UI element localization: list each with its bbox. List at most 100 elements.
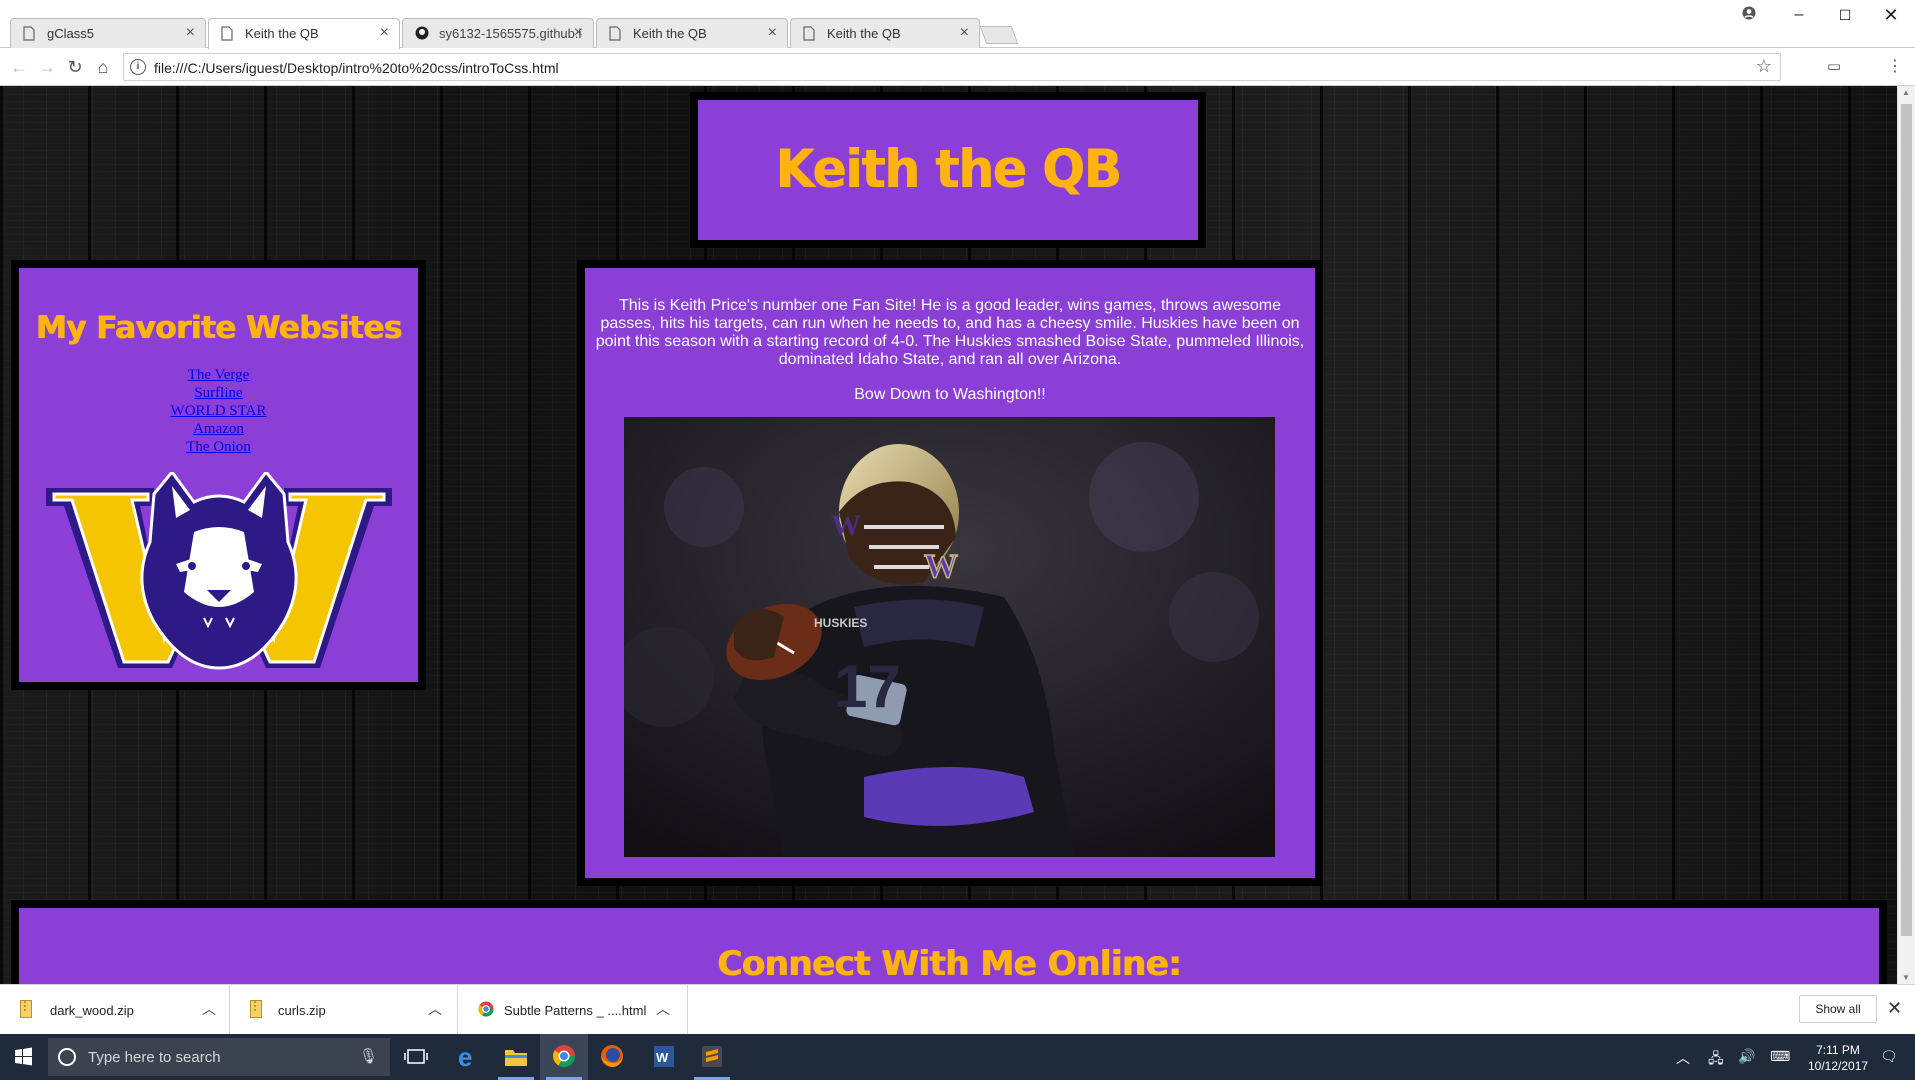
tab-close-icon[interactable]: × (768, 24, 777, 42)
info-icon[interactable]: i (130, 59, 146, 75)
page-icon (609, 26, 621, 41)
link-surfline[interactable]: Surfline (19, 384, 418, 402)
minimize-icon[interactable]: – (1776, 2, 1822, 28)
url-text: file:///C:/Users/iguest/Desktop/intro%20… (154, 60, 559, 76)
download-item-dark-wood[interactable]: dark_wood.zip ︿ (0, 985, 230, 1035)
volume-icon[interactable]: 🔊 (1738, 1048, 1755, 1065)
action-center-icon[interactable]: 🗨 (1880, 1048, 1898, 1065)
scroll-down-icon[interactable]: ▼ (1902, 973, 1910, 982)
edge-browser-icon[interactable]: e (444, 1034, 492, 1080)
reload-icon[interactable]: ↻ (64, 56, 86, 78)
firefox-icon[interactable] (588, 1034, 636, 1080)
tab-keith-the-qb-3[interactable]: Keith the QB × (790, 18, 980, 48)
favorites-heading: My Favorite Websites (35, 310, 402, 346)
tab-close-icon[interactable]: × (960, 24, 969, 42)
svg-text:W: W (831, 509, 861, 542)
tab-title: Keith the QB (245, 26, 319, 41)
zip-file-icon (250, 1000, 262, 1018)
tab-title: sy6132-1565575.github.i (439, 26, 582, 41)
svg-text:17: 17 (834, 653, 901, 720)
page-title: Keith the QB (775, 138, 1121, 200)
chrome-icon (478, 1001, 494, 1017)
sublime-text-icon[interactable] (688, 1034, 736, 1080)
show-hidden-icons[interactable]: ︿ (1676, 1048, 1690, 1068)
tab-title: Keith the QB (633, 26, 707, 41)
chevron-up-icon[interactable]: ︿ (428, 999, 442, 1019)
keyboard-icon[interactable]: ⌨ (1770, 1048, 1790, 1065)
maximize-icon[interactable]: ☐ (1822, 2, 1868, 28)
zip-file-icon (20, 1000, 32, 1018)
extension-icon[interactable]: ▭ (1823, 56, 1845, 78)
link-world-star[interactable]: WORLD STAR (19, 402, 418, 420)
windows-logo-icon (15, 1047, 32, 1066)
windows-taskbar: Type here to search 🎙 e W ︿ 🖧 🔊 ⌨ 7:11 P… (0, 1034, 1915, 1080)
tab-strip: gClass5 × Keith the QB × sy6132-1565575.… (0, 0, 1915, 49)
connect-heading: Connect With Me Online: (717, 944, 1182, 984)
network-icon[interactable]: 🖧 (1708, 1048, 1724, 1072)
forward-icon[interactable]: → (36, 56, 58, 78)
task-view-icon[interactable] (392, 1034, 440, 1080)
microphone-icon[interactable]: 🎙 (359, 1047, 378, 1065)
tab-close-icon[interactable]: × (380, 24, 389, 42)
tab-keith-the-qb-2[interactable]: Keith the QB × (596, 18, 788, 48)
svg-text:HUSKIES: HUSKIES (814, 616, 867, 630)
chevron-up-icon[interactable]: ︿ (656, 999, 670, 1019)
scrollbar-thumb[interactable] (1901, 104, 1912, 936)
chevron-up-icon[interactable]: ︿ (202, 999, 216, 1019)
page-scrollbar[interactable]: ▲ ▼ (1897, 86, 1915, 984)
back-icon[interactable]: ← (8, 56, 30, 78)
page-icon (221, 26, 233, 41)
search-placeholder: Type here to search (88, 1049, 221, 1066)
chrome-taskbar-icon[interactable] (540, 1034, 588, 1080)
download-filename: dark_wood.zip (50, 1003, 134, 1018)
clock-date: 10/12/2017 (1808, 1059, 1869, 1073)
tab-close-icon[interactable]: × (186, 24, 195, 42)
word-icon[interactable]: W (640, 1034, 688, 1080)
page-icon (23, 26, 35, 41)
address-bar[interactable]: i file:///C:/Users/iguest/Desktop/intro%… (123, 53, 1781, 81)
download-filename: curls.zip (278, 1003, 326, 1018)
system-clock[interactable]: 7:11 PM 10/12/2017 (1808, 1042, 1868, 1074)
new-tab-button[interactable] (979, 26, 1019, 44)
svg-text:W: W (656, 1050, 669, 1065)
tab-keith-the-qb-active[interactable]: Keith the QB × (208, 18, 400, 49)
close-shelf-icon[interactable]: ✕ (1887, 998, 1902, 1019)
huskies-w-logo (45, 472, 392, 670)
link-amazon[interactable]: Amazon (19, 420, 418, 438)
tab-close-icon[interactable]: × (574, 24, 583, 42)
tab-title: Keith the QB (827, 26, 901, 41)
header-panel: Keith the QB (690, 92, 1206, 248)
link-the-onion[interactable]: The Onion (19, 438, 418, 456)
tab-gclass5[interactable]: gClass5 × (10, 18, 206, 48)
download-shelf: dark_wood.zip ︿ curls.zip ︿ Subtle Patte… (0, 984, 1915, 1035)
menu-icon[interactable]: ⋮ (1884, 56, 1906, 78)
bio-paragraph: This is Keith Price's number one Fan Sit… (595, 297, 1305, 368)
file-explorer-icon[interactable] (492, 1034, 540, 1080)
start-button[interactable] (0, 1034, 46, 1080)
bookmark-star-icon[interactable]: ☆ (1756, 56, 1772, 77)
svg-text:W: W (924, 548, 958, 585)
download-item-curls[interactable]: curls.zip ︿ (230, 985, 458, 1035)
main-content-panel: This is Keith Price's number one Fan Sit… (577, 260, 1323, 886)
github-icon (415, 26, 429, 40)
home-icon[interactable]: ⌂ (92, 56, 114, 78)
download-item-subtle-patterns[interactable]: Subtle Patterns _ ....html ︿ (458, 985, 688, 1035)
window-close-icon[interactable]: ✕ (1868, 2, 1914, 28)
page-icon (803, 26, 815, 41)
profile-icon[interactable] (1726, 2, 1772, 28)
favorites-sidebar: My Favorite Websites The Verge Surfline … (11, 260, 426, 690)
quarterback-photo: W W HUSKIES 17 (624, 417, 1275, 857)
download-filename: Subtle Patterns _ ....html (504, 1003, 647, 1018)
taskbar-search[interactable]: Type here to search 🎙 (48, 1038, 390, 1076)
tab-github[interactable]: sy6132-1565575.github.i × (402, 18, 594, 48)
scroll-up-icon[interactable]: ▲ (1902, 88, 1910, 97)
tab-title: gClass5 (47, 26, 94, 41)
page-viewport: Keith the QB My Favorite Websites The Ve… (0, 86, 1897, 984)
show-all-downloads-button[interactable]: Show all (1799, 995, 1877, 1023)
clock-time: 7:11 PM (1816, 1043, 1860, 1057)
favorites-links: The Verge Surfline WORLD STAR Amazon The… (19, 366, 418, 456)
slogan-text: Bow Down to Washington!! (854, 386, 1046, 403)
footer-panel: Connect With Me Online: (11, 900, 1887, 984)
cortana-icon (58, 1048, 76, 1066)
link-the-verge[interactable]: The Verge (19, 366, 418, 384)
